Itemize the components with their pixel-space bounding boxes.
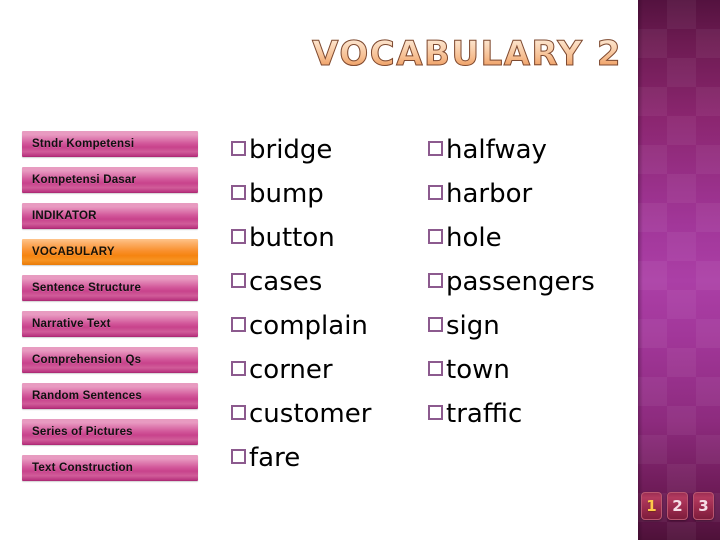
sidebar-item-narrative-text[interactable]: Narrative Text bbox=[22, 311, 198, 337]
square-outline-bullet-icon bbox=[428, 317, 443, 332]
vocabulary-word-item: harbor bbox=[428, 172, 633, 216]
square-outline-bullet-icon bbox=[428, 273, 443, 288]
vocabulary-word-label: traffic bbox=[446, 399, 523, 429]
square-outline-bullet-icon bbox=[428, 361, 443, 376]
vocabulary-word-item: cases bbox=[231, 260, 426, 304]
sidebar-item-label: Narrative Text bbox=[32, 318, 111, 330]
sidebar-item-vocabulary[interactable]: VOCABULARY bbox=[22, 239, 198, 265]
vocabulary-word-label: button bbox=[249, 223, 335, 253]
vocabulary-word-item: traffic bbox=[428, 392, 633, 436]
square-outline-bullet-icon bbox=[231, 317, 246, 332]
vocabulary-word-item: bridge bbox=[231, 128, 426, 172]
page-badge-2[interactable]: 2 bbox=[667, 492, 688, 520]
band-edge-shadow bbox=[638, 0, 643, 540]
square-outline-bullet-icon bbox=[428, 229, 443, 244]
vocabulary-word-label: complain bbox=[249, 311, 368, 341]
sidebar-item-sentence-structure[interactable]: Sentence Structure bbox=[22, 275, 198, 301]
slide-canvas: VOCABULARY 2 Stndr Kompetensi Kompetensi … bbox=[0, 0, 720, 540]
vocabulary-word-label: hole bbox=[446, 223, 502, 253]
page-indicator-group: 123 bbox=[641, 492, 714, 520]
sidebar-item-label: Series of Pictures bbox=[32, 426, 133, 438]
diamond-pattern-overlay bbox=[638, 0, 720, 540]
vocabulary-word-label: corner bbox=[249, 355, 333, 385]
vocabulary-word-item: button bbox=[231, 216, 426, 260]
vocabulary-word-label: bump bbox=[249, 179, 324, 209]
square-outline-bullet-icon bbox=[231, 229, 246, 244]
sidebar-item-text-construction[interactable]: Text Construction bbox=[22, 455, 198, 481]
vocabulary-word-item: hole bbox=[428, 216, 633, 260]
vocabulary-word-label: halfway bbox=[446, 135, 547, 165]
sidebar-item-comprehension-qs[interactable]: Comprehension Qs bbox=[22, 347, 198, 373]
vocabulary-word-item: passengers bbox=[428, 260, 633, 304]
sidebar-item-indikator[interactable]: INDIKATOR bbox=[22, 203, 198, 229]
square-outline-bullet-icon bbox=[231, 185, 246, 200]
sidebar-item-label: Kompetensi Dasar bbox=[32, 174, 137, 186]
vocabulary-word-item: complain bbox=[231, 304, 426, 348]
sidebar-item-label: INDIKATOR bbox=[32, 210, 97, 222]
square-outline-bullet-icon bbox=[428, 141, 443, 156]
square-outline-bullet-icon bbox=[231, 405, 246, 420]
square-outline-bullet-icon bbox=[231, 141, 246, 156]
square-outline-bullet-icon bbox=[231, 273, 246, 288]
vocabulary-word-item: fare bbox=[231, 436, 426, 480]
vocabulary-word-item: halfway bbox=[428, 128, 633, 172]
sidebar-item-stndr-kompetensi[interactable]: Stndr Kompetensi bbox=[22, 131, 198, 157]
vocabulary-column-2: halfway harbor hole passengers sign town traff… bbox=[428, 128, 633, 436]
sidebar-item-label: Sentence Structure bbox=[32, 282, 142, 294]
square-outline-bullet-icon bbox=[428, 405, 443, 420]
vocabulary-word-label: town bbox=[446, 355, 510, 385]
sidebar-item-label: Stndr Kompetensi bbox=[32, 138, 135, 150]
vocabulary-word-item: corner bbox=[231, 348, 426, 392]
sidebar-item-label: Comprehension Qs bbox=[32, 354, 142, 366]
square-outline-bullet-icon bbox=[428, 185, 443, 200]
vocabulary-word-label: harbor bbox=[446, 179, 533, 209]
vocabulary-word-label: passengers bbox=[446, 267, 595, 297]
vocabulary-word-item: sign bbox=[428, 304, 633, 348]
sidebar-item-kompetensi-dasar[interactable]: Kompetensi Dasar bbox=[22, 167, 198, 193]
vocabulary-word-item: customer bbox=[231, 392, 426, 436]
sidebar-item-random-sentences[interactable]: Random Sentences bbox=[22, 383, 198, 409]
vocabulary-word-label: fare bbox=[249, 443, 301, 473]
decorative-side-band bbox=[638, 0, 720, 540]
vocabulary-word-label: cases bbox=[249, 267, 323, 297]
page-badge-1[interactable]: 1 bbox=[641, 492, 662, 520]
sidebar-nav: Stndr Kompetensi Kompetensi Dasar INDIKATO… bbox=[22, 131, 198, 491]
sidebar-item-label: Random Sentences bbox=[32, 390, 142, 402]
page-badge-3[interactable]: 3 bbox=[693, 492, 714, 520]
sidebar-item-label: VOCABULARY bbox=[32, 246, 115, 258]
vocabulary-word-item: bump bbox=[231, 172, 426, 216]
vocabulary-word-label: sign bbox=[446, 311, 500, 341]
square-outline-bullet-icon bbox=[231, 361, 246, 376]
sidebar-item-label: Text Construction bbox=[32, 462, 133, 474]
sidebar-item-series-of-pictures[interactable]: Series of Pictures bbox=[22, 419, 198, 445]
vocabulary-word-label: customer bbox=[249, 399, 372, 429]
vocabulary-word-label: bridge bbox=[249, 135, 333, 165]
vocabulary-column-1: bridge bump button cases complain corner custo… bbox=[231, 128, 426, 480]
square-outline-bullet-icon bbox=[231, 449, 246, 464]
vocabulary-word-item: town bbox=[428, 348, 633, 392]
page-title: VOCABULARY 2 bbox=[236, 34, 622, 75]
